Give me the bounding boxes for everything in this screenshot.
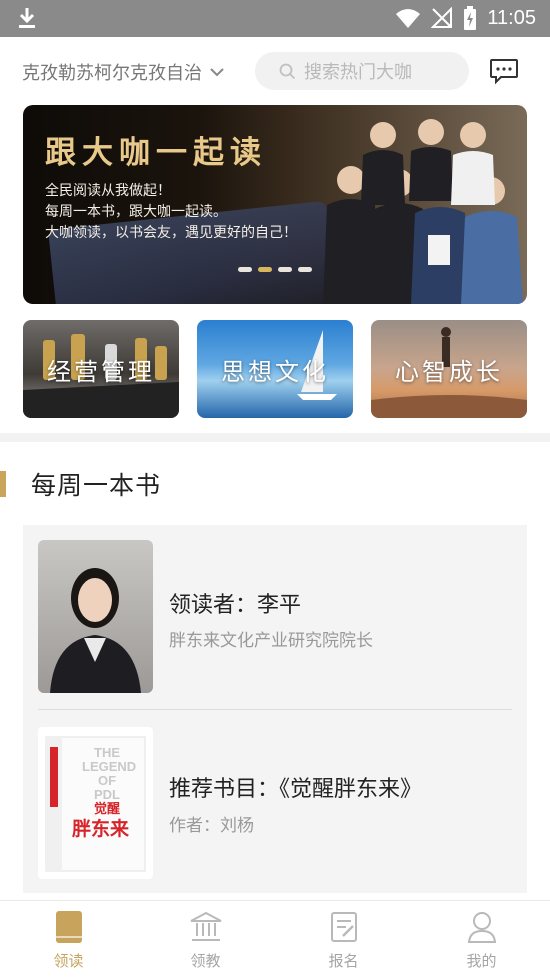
- status-bar: 11:05: [0, 0, 550, 37]
- card-divider: [38, 709, 512, 710]
- carousel-indicator: [238, 267, 312, 272]
- reader-title: 胖东来文化产业研究院院长: [169, 631, 373, 651]
- tab-mine[interactable]: 我的: [413, 901, 550, 980]
- category-thought-culture[interactable]: 思想文化: [197, 320, 353, 418]
- banner-people-image: [323, 119, 523, 304]
- location-selector[interactable]: 克孜勒苏柯尔克孜自治: [22, 59, 224, 85]
- user-icon: [467, 912, 496, 943]
- section-divider: [0, 433, 550, 442]
- section-title: 每周一本书: [31, 471, 162, 500]
- category-label: 思想文化: [221, 357, 329, 386]
- carousel-dot[interactable]: [298, 267, 312, 272]
- banner-line: 每周一本书，跟大咖一起读。: [45, 204, 227, 220]
- battery-charging-icon: [464, 6, 477, 30]
- reader-name: 领读者：李平: [169, 593, 302, 618]
- search-input[interactable]: 搜索热门大咖: [255, 52, 469, 90]
- category-label: 心智成长: [395, 357, 503, 386]
- recommended-book: 推荐书目：《觉醒胖东来》: [169, 777, 423, 802]
- carousel-dot-active[interactable]: [258, 267, 272, 272]
- section-header: 每周一本书: [0, 466, 161, 502]
- category-business-management[interactable]: 经营管理: [23, 320, 179, 418]
- weekly-book-card[interactable]: 领读者：李平 胖东来文化产业研究院院长 THE LEGEND OF PDL 觉醒…: [23, 525, 527, 893]
- book-cover: THE LEGEND OF PDL 觉醒 胖东来: [38, 727, 153, 879]
- carousel-dot[interactable]: [278, 267, 292, 272]
- banner-line: 大咖领读，以书会友，遇见更好的自己！: [45, 225, 297, 241]
- book-icon: [55, 911, 82, 943]
- chevron-down-icon: [210, 68, 224, 77]
- search-icon: [279, 63, 296, 79]
- tab-label: 我的: [466, 952, 497, 970]
- no-signal-icon: [431, 7, 453, 28]
- message-icon[interactable]: [489, 58, 519, 85]
- tab-signup[interactable]: 报名: [275, 901, 412, 980]
- banner-text: 全民阅读从我做起！ 每周一本书，跟大咖一起读。 大咖领读，以书会友，遇见更好的自…: [45, 181, 297, 244]
- top-bar: 克孜勒苏柯尔克孜自治 搜索热门大咖: [0, 37, 550, 105]
- institution-icon: [190, 911, 221, 941]
- cover-cn-line-2: 胖东来: [72, 817, 129, 840]
- tab-teach[interactable]: 领教: [137, 901, 274, 980]
- cover-en-line-1: THE: [94, 745, 120, 760]
- section-accent-bar: [0, 471, 6, 497]
- wifi-icon: [396, 9, 421, 28]
- promo-banner[interactable]: 跟大咖一起读 全民阅读从我做起！ 每周一本书，跟大咖一起读。 大咖领读，以书会友…: [23, 105, 527, 304]
- cover-en-line-4: PDL: [94, 787, 120, 802]
- tab-label: 报名: [328, 952, 359, 970]
- search-placeholder: 搜索热门大咖: [304, 62, 412, 83]
- reader-photo: [38, 540, 153, 693]
- banner-title: 跟大咖一起读: [45, 135, 267, 171]
- cover-en-line-2: LEGEND: [82, 759, 136, 774]
- category-label: 经营管理: [47, 357, 155, 386]
- tab-label: 领读: [53, 952, 84, 970]
- category-row: 经营管理 思想文化 心智成长: [23, 320, 527, 418]
- banner-line: 全民阅读从我做起！: [45, 183, 171, 199]
- download-icon: [19, 8, 35, 28]
- cover-en-line-3: OF: [98, 773, 116, 788]
- location-label: 克孜勒苏柯尔克孜自治: [22, 63, 202, 84]
- tab-label: 领教: [190, 952, 221, 970]
- carousel-dot[interactable]: [238, 267, 252, 272]
- category-mind-growth[interactable]: 心智成长: [371, 320, 527, 418]
- cover-cn-line-1: 觉醒: [94, 801, 120, 817]
- clock-time: 11:05: [487, 6, 536, 29]
- bottom-tab-bar: 领读 领教 报名 我的: [0, 900, 550, 979]
- signup-form-icon: [330, 912, 357, 942]
- book-author: 作者：刘杨: [169, 816, 254, 836]
- tab-read[interactable]: 领读: [0, 901, 137, 980]
